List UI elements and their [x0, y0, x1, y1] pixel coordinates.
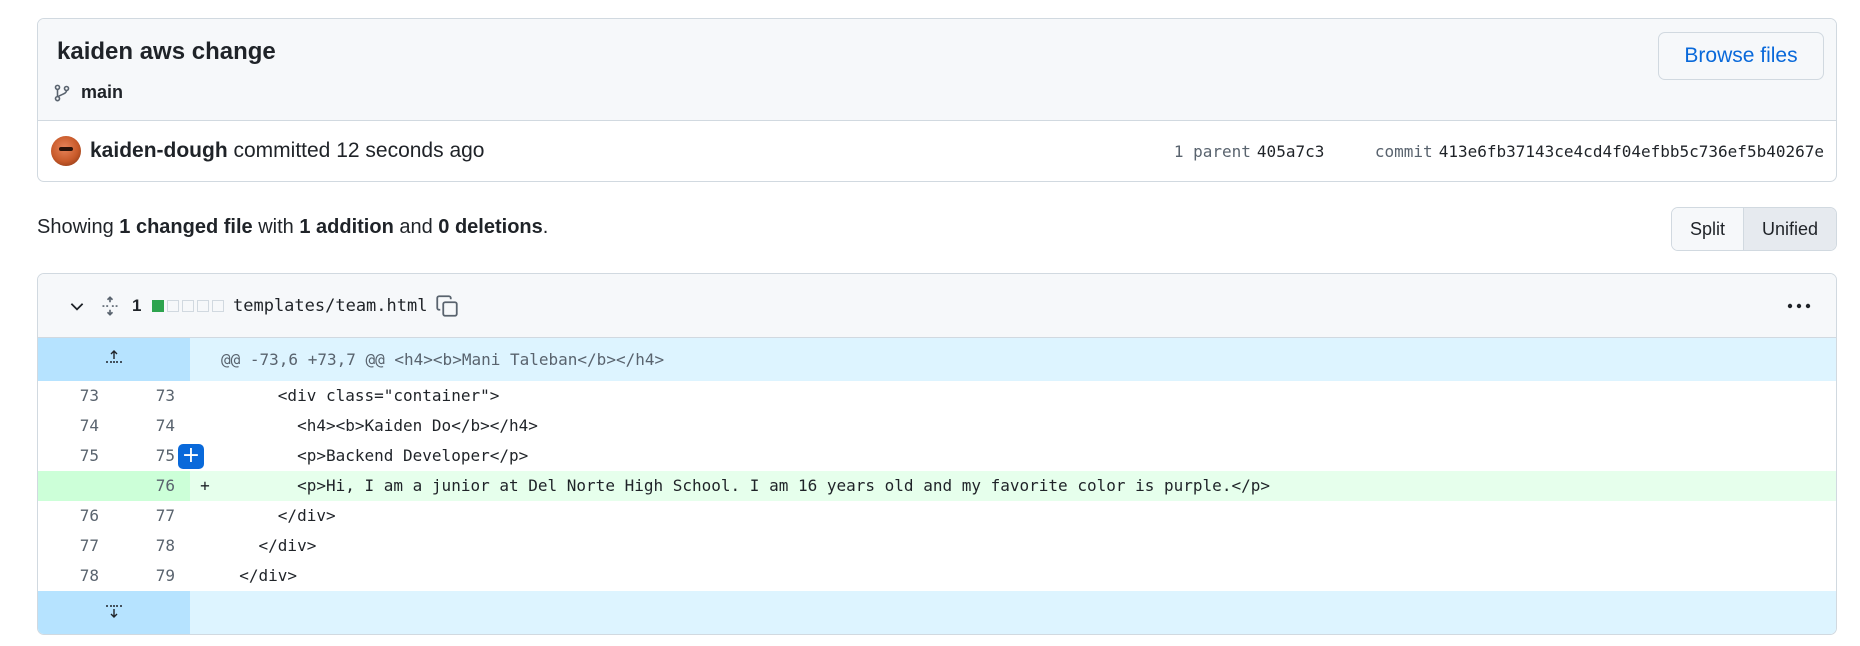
file-header: 1 templates/team.html [38, 274, 1836, 338]
copy-icon[interactable] [435, 274, 459, 338]
author-line: kaiden-dough committed 12 seconds ago [90, 139, 484, 163]
commit-header: kaiden aws change main Browse files kaid… [37, 18, 1837, 182]
git-branch-icon [53, 83, 71, 103]
diff-line: 77 78 </div> [38, 531, 1836, 561]
diff-sign [190, 531, 220, 561]
diff-sign [190, 411, 220, 441]
code-line: </div> [220, 566, 298, 585]
commit-ids: 1 parent 405a7c3 commit 413e6fb37143ce4c… [1174, 142, 1824, 161]
changed-files-count[interactable]: 1 changed file [119, 216, 252, 238]
commit-label: commit [1374, 142, 1433, 161]
additions-count: 1 addition [299, 216, 394, 238]
diff-sign [190, 501, 220, 531]
code-line: <h4><b>Kaiden Do</b></h4> [220, 416, 538, 435]
unified-view-button[interactable]: Unified [1742, 208, 1836, 250]
diffstat-square [152, 300, 164, 312]
summary-suffix: . [542, 216, 549, 238]
new-line-number[interactable]: 78 [99, 531, 175, 561]
old-line-number[interactable]: 78 [38, 561, 99, 591]
diff-sign [190, 561, 220, 591]
parent-label: 1 parent [1173, 142, 1251, 161]
code-line: <div class="container"> [220, 386, 500, 405]
hunk-header: @@ -73,6 +73,7 @@ <h4><b>Mani Taleban</b… [221, 350, 665, 369]
diff-line: 74 74 <h4><b>Kaiden Do</b></h4> [38, 411, 1836, 441]
diff-line: 78 79 </div> [38, 561, 1836, 591]
split-view-button[interactable]: Split [1671, 208, 1743, 250]
browse-files-button[interactable]: Browse files [1658, 32, 1824, 80]
branch-name: main [81, 82, 124, 102]
diffstat-square [182, 300, 194, 312]
code-line: <p>Backend Developer</p> [220, 446, 529, 465]
expand-up-icon [104, 349, 124, 370]
commit-meta: kaiden-dough committed 12 seconds ago 1 … [38, 121, 1836, 181]
file-path[interactable]: templates/team.html [233, 274, 427, 338]
old-line-number[interactable] [38, 471, 99, 501]
hunk-footer-row [38, 591, 1836, 634]
hunk-header-row: @@ -73,6 +73,7 @@ <h4><b>Mani Taleban</b… [38, 338, 1836, 381]
old-line-number[interactable]: 75 [38, 441, 99, 471]
commit-title-bar: kaiden aws change main Browse files [38, 19, 1836, 121]
collapse-chevron-icon[interactable] [68, 274, 86, 338]
old-line-number[interactable]: 77 [38, 531, 99, 561]
diff-sign: + [200, 476, 210, 495]
commit-title: kaiden aws change [57, 38, 276, 65]
more-options-icon[interactable] [1786, 274, 1812, 338]
diff-view-toggle: Split Unified [1670, 207, 1837, 251]
diffstat [152, 274, 224, 338]
diffstat-square [197, 300, 209, 312]
code-line: </div> [220, 506, 336, 525]
change-count: 1 [132, 296, 142, 315]
summary-mid1: with [252, 216, 300, 238]
summary-mid2: and [393, 216, 439, 238]
diffstat-square [212, 300, 224, 312]
diff-line: 73 73 <div class="container"> [38, 381, 1836, 411]
diff-summary: Showing 1 changed file with 1 addition a… [37, 216, 548, 239]
new-line-number[interactable]: 76 [99, 471, 175, 501]
expand-all-icon[interactable] [100, 274, 120, 338]
author-link[interactable]: kaiden-dough [90, 139, 228, 162]
expand-down-button[interactable] [38, 591, 190, 634]
expand-up-button[interactable] [38, 338, 190, 381]
old-line-number[interactable]: 76 [38, 501, 99, 531]
new-line-number[interactable]: 79 [99, 561, 175, 591]
new-line-number[interactable]: 77 [99, 501, 175, 531]
diff-sign [190, 381, 220, 411]
new-line-number[interactable]: 73 [99, 381, 175, 411]
summary-prefix: Showing [37, 216, 120, 238]
diff-table: @@ -73,6 +73,7 @@ <h4><b>Mani Taleban</b… [38, 338, 1836, 634]
old-line-number[interactable]: 73 [38, 381, 99, 411]
add-comment-button[interactable]: + [178, 444, 204, 469]
code-line: <p>Hi, I am a junior at Del Norte High S… [220, 476, 1270, 495]
parent-sha-link[interactable]: 405a7c3 [1257, 142, 1324, 161]
deletions-count: 0 deletions [438, 216, 543, 238]
old-line-number[interactable]: 74 [38, 411, 99, 441]
commit-sha: 413e6fb37143ce4cd4f04efbb5c736ef5b40267e [1438, 142, 1824, 161]
diffstat-square [167, 300, 179, 312]
expand-down-icon [104, 603, 124, 624]
commit-time: committed 12 seconds ago [227, 139, 485, 162]
branch-label[interactable]: main [53, 82, 123, 103]
diff-line: 76 77 </div> [38, 501, 1836, 531]
file-diff: 1 templates/team.html @@ -73,6 +73,7 @@ … [37, 273, 1837, 635]
code-line: </div> [220, 536, 317, 555]
avatar[interactable] [51, 136, 81, 166]
new-line-number[interactable]: 74 [99, 411, 175, 441]
new-line-number[interactable]: 75 [99, 441, 175, 471]
diff-line: 76 + <p>Hi, I am a junior at Del Norte Hi… [38, 471, 1836, 501]
diff-line: 75 75 <p>Backend Developer</p> + [38, 441, 1836, 471]
